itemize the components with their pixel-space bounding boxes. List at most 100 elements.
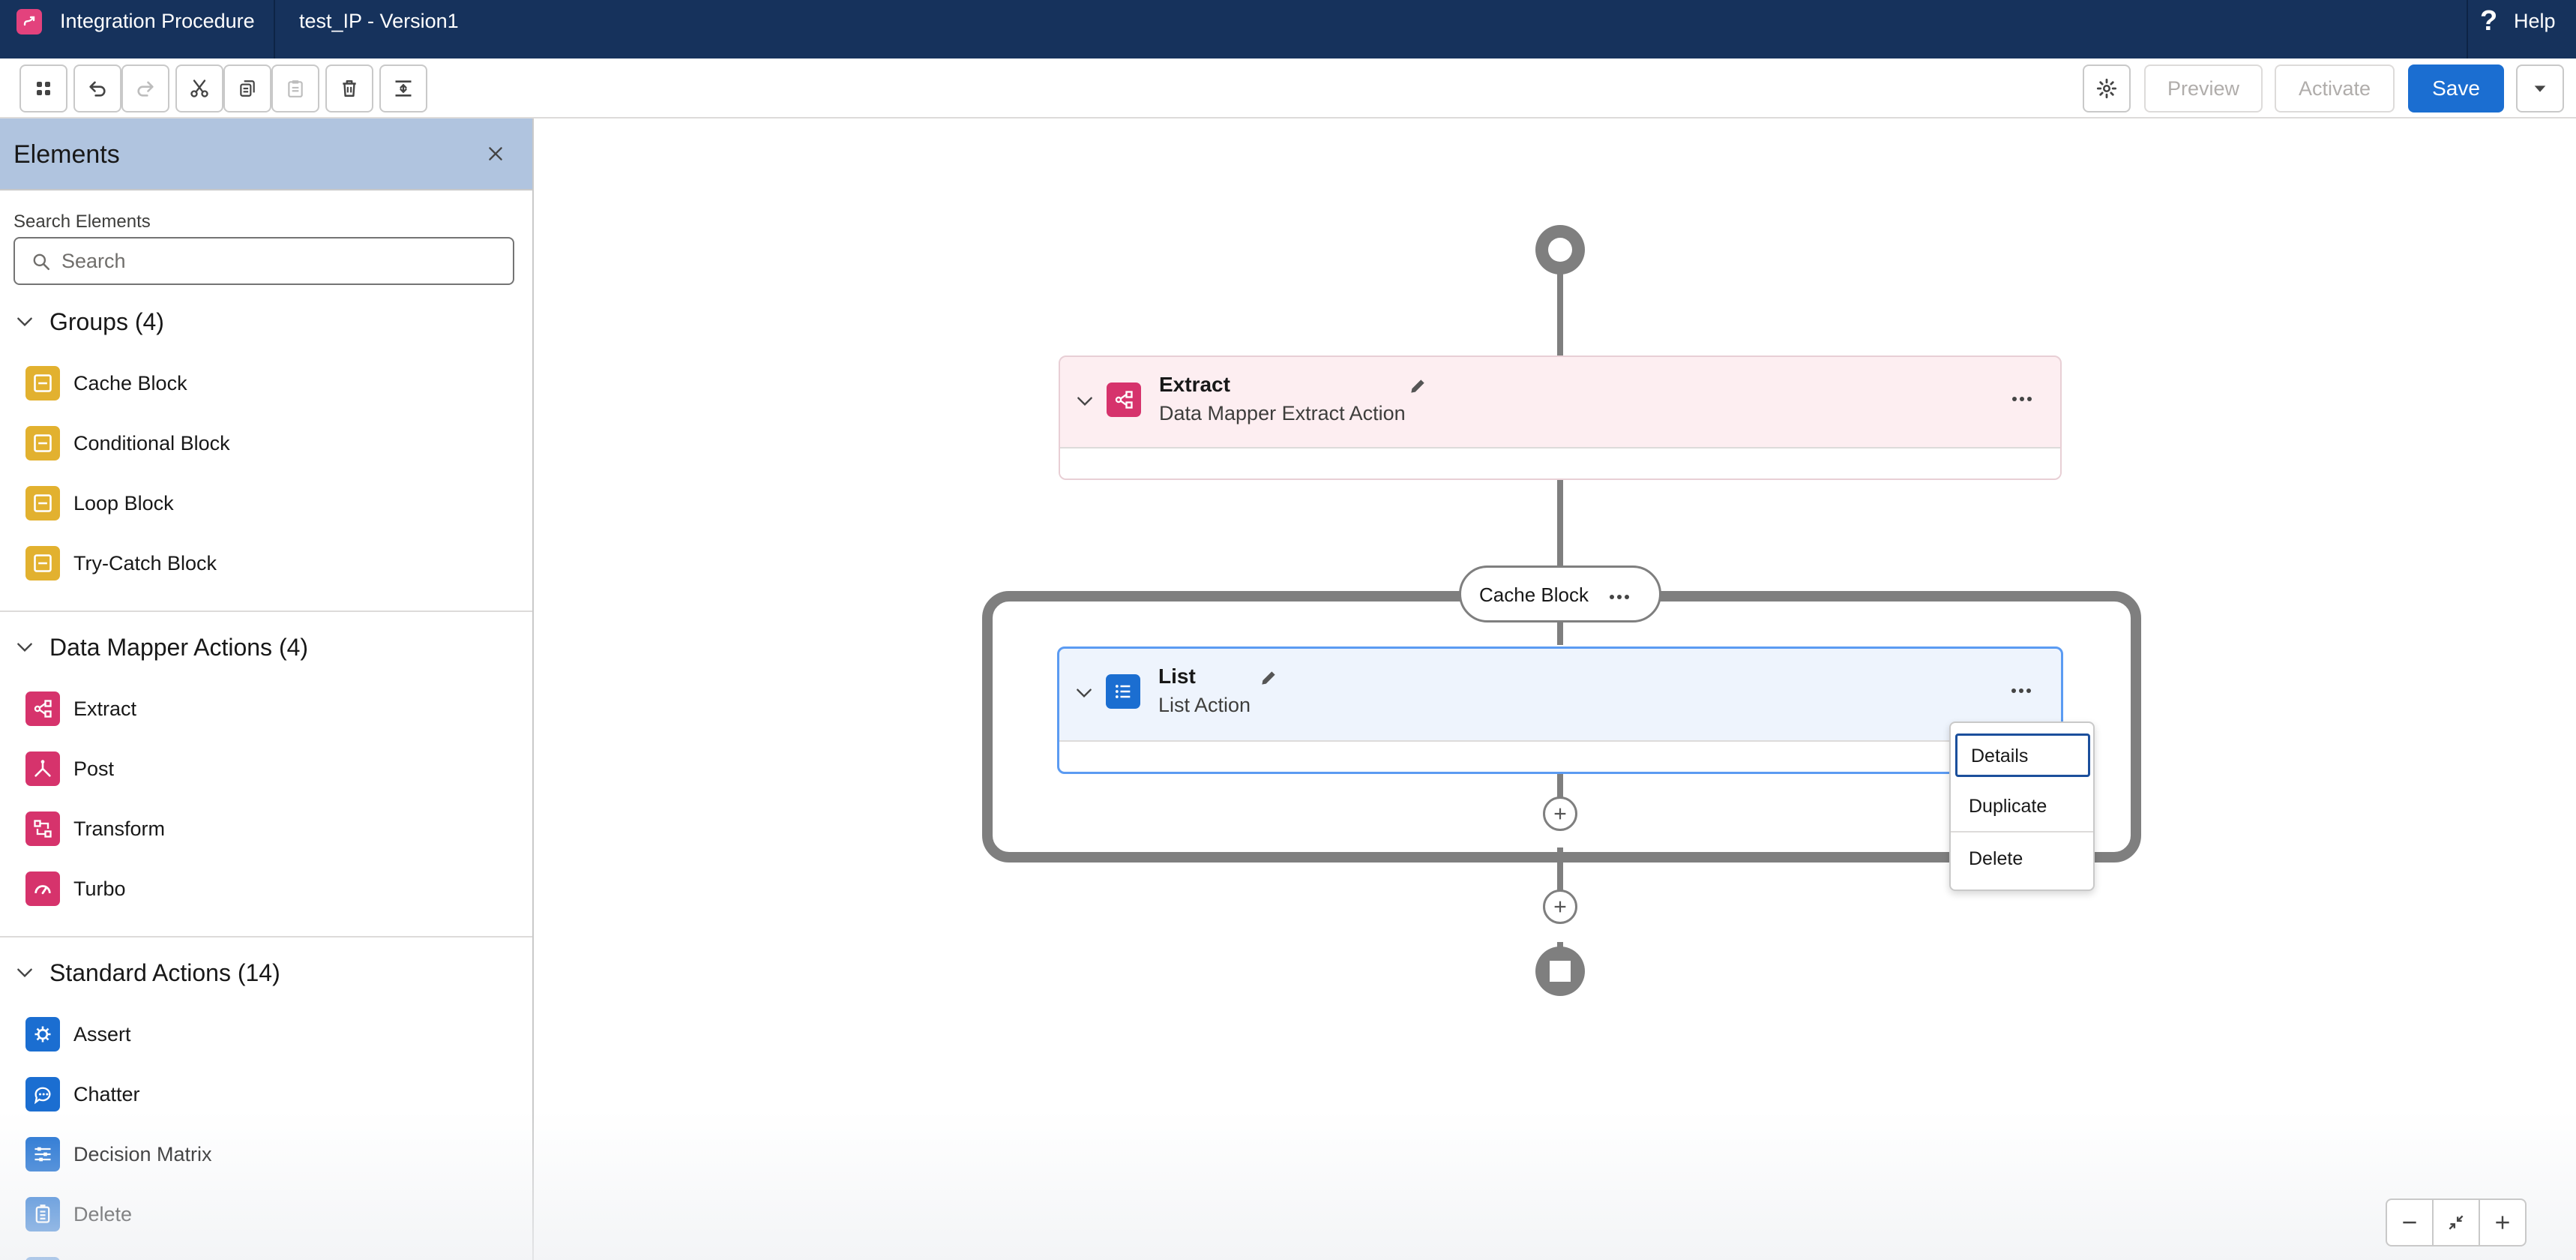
list-icon xyxy=(1106,674,1140,709)
gear-icon xyxy=(2096,78,2117,99)
elements-panel-title: Elements xyxy=(13,140,120,169)
element-label: Transform xyxy=(73,818,166,840)
element-item-chatter[interactable]: Chatter xyxy=(0,1066,532,1120)
more-options-icon[interactable] xyxy=(1608,592,1631,602)
search-icon xyxy=(33,254,50,271)
delete-record-icon xyxy=(25,1197,60,1232)
add-step-button[interactable] xyxy=(1543,890,1577,924)
flow-start-node xyxy=(1535,225,1585,274)
close-icon[interactable] xyxy=(486,144,505,164)
section-divider xyxy=(0,936,532,938)
connector-line xyxy=(1557,480,1563,567)
elements-panel-header: Elements xyxy=(0,118,532,190)
chevron-down-icon xyxy=(17,317,32,327)
fit-to-screen-button[interactable] xyxy=(2434,1200,2480,1245)
app-launcher-button[interactable] xyxy=(19,64,67,112)
menu-item-delete[interactable]: Delete xyxy=(1951,848,2093,870)
section-header-data-mapper-actions[interactable]: Data Mapper Actions (4) xyxy=(0,624,532,669)
element-label: Decision Matrix xyxy=(73,1143,212,1166)
cut-button[interactable] xyxy=(175,64,223,112)
group-block-icon xyxy=(25,426,60,460)
element-item-delete[interactable]: Delete xyxy=(0,1186,532,1240)
element-item-decision-matrix[interactable]: Decision Matrix xyxy=(0,1126,532,1180)
element-label: Try-Catch Block xyxy=(73,552,217,574)
preview-button[interactable]: Preview xyxy=(2144,64,2263,112)
version-title[interactable]: test_IP - Version1 xyxy=(299,8,459,34)
trash-icon xyxy=(343,80,356,97)
scissors-icon xyxy=(190,80,208,98)
paste-button[interactable] xyxy=(271,64,319,112)
chevron-down-icon[interactable] xyxy=(1074,683,1094,703)
search-input[interactable] xyxy=(61,246,504,276)
delete-button[interactable] xyxy=(325,64,373,112)
post-icon xyxy=(25,752,60,786)
group-block-icon xyxy=(25,366,60,400)
redo-button[interactable] xyxy=(121,64,169,112)
element-item-next[interactable] xyxy=(0,1246,532,1260)
element-item-transform[interactable]: Transform xyxy=(0,801,532,855)
more-actions-dropdown-button[interactable] xyxy=(2516,64,2564,112)
section-label: Groups (4) xyxy=(49,308,164,335)
element-item-turbo[interactable]: Turbo xyxy=(0,861,532,915)
element-item-assert[interactable]: Assert xyxy=(0,1006,532,1060)
copy-button[interactable] xyxy=(223,64,271,112)
element-label: Post xyxy=(73,758,115,780)
step-title: Extract xyxy=(1159,373,1230,396)
more-options-icon[interactable] xyxy=(2011,392,2033,406)
assert-icon xyxy=(25,1017,60,1052)
extract-step-card[interactable]: Extract Data Mapper Extract Action xyxy=(1059,356,2062,480)
step-title: List xyxy=(1158,664,1196,688)
transform-icon xyxy=(25,812,60,846)
extract-icon xyxy=(1107,382,1141,417)
chevron-down-icon[interactable] xyxy=(1075,392,1095,411)
caret-down-icon xyxy=(2534,86,2546,92)
plus-icon xyxy=(1554,808,1566,820)
element-item-cache-block[interactable]: Cache Block xyxy=(0,356,532,410)
element-item-try-catch-block[interactable]: Try-Catch Block xyxy=(0,536,532,590)
header-divider xyxy=(274,0,275,58)
more-options-icon[interactable] xyxy=(2010,683,2032,698)
help-link[interactable]: Help xyxy=(2514,8,2556,34)
element-label: Chatter xyxy=(73,1083,140,1106)
chevron-down-icon xyxy=(17,643,32,652)
element-item-conditional-block[interactable]: Conditional Block xyxy=(0,416,532,470)
collapse-all-button[interactable] xyxy=(379,64,427,112)
menu-item-details[interactable]: Details xyxy=(1955,734,2090,777)
app-header: Integration Procedure test_IP - Version1… xyxy=(0,0,2576,58)
redo-icon xyxy=(137,81,154,97)
step-subtitle: List Action xyxy=(1158,694,1251,716)
element-item-extract[interactable]: Extract xyxy=(0,681,532,735)
group-block-icon xyxy=(25,486,60,520)
section-divider xyxy=(0,610,532,612)
help-icon[interactable]: ? xyxy=(2480,4,2497,38)
save-button[interactable]: Save xyxy=(2408,64,2504,112)
add-step-button[interactable] xyxy=(1543,796,1577,831)
element-label: Conditional Block xyxy=(73,432,230,454)
list-step-card[interactable]: List List Action xyxy=(1057,646,2063,774)
section-label: Standard Actions (14) xyxy=(49,959,280,986)
plus-icon xyxy=(1554,901,1566,913)
pencil-icon[interactable] xyxy=(1259,668,1278,688)
section-header-groups[interactable]: Groups (4) xyxy=(0,298,532,344)
step-body xyxy=(1060,447,2060,478)
extract-icon xyxy=(25,692,60,726)
zoom-controls xyxy=(2386,1198,2527,1246)
step-body xyxy=(1059,740,2061,772)
pencil-icon[interactable] xyxy=(1408,376,1427,396)
activate-button[interactable]: Activate xyxy=(2275,64,2395,112)
step-subtitle: Data Mapper Extract Action xyxy=(1159,402,1406,424)
undo-icon xyxy=(89,81,106,97)
section-label: Data Mapper Actions (4) xyxy=(49,634,309,661)
cache-block-pill[interactable]: Cache Block xyxy=(1459,566,1661,622)
element-item-loop-block[interactable]: Loop Block xyxy=(0,476,532,530)
minus-icon xyxy=(2403,1221,2416,1224)
zoom-out-button[interactable] xyxy=(2387,1200,2434,1245)
element-item-post[interactable]: Post xyxy=(0,741,532,795)
plus-icon xyxy=(2496,1216,2509,1229)
settings-button[interactable] xyxy=(2083,64,2131,112)
section-header-standard-actions[interactable]: Standard Actions (14) xyxy=(0,950,532,994)
menu-item-duplicate[interactable]: Duplicate xyxy=(1951,795,2093,818)
flow-end-node xyxy=(1535,946,1585,996)
zoom-in-button[interactable] xyxy=(2480,1200,2525,1245)
undo-button[interactable] xyxy=(73,64,121,112)
